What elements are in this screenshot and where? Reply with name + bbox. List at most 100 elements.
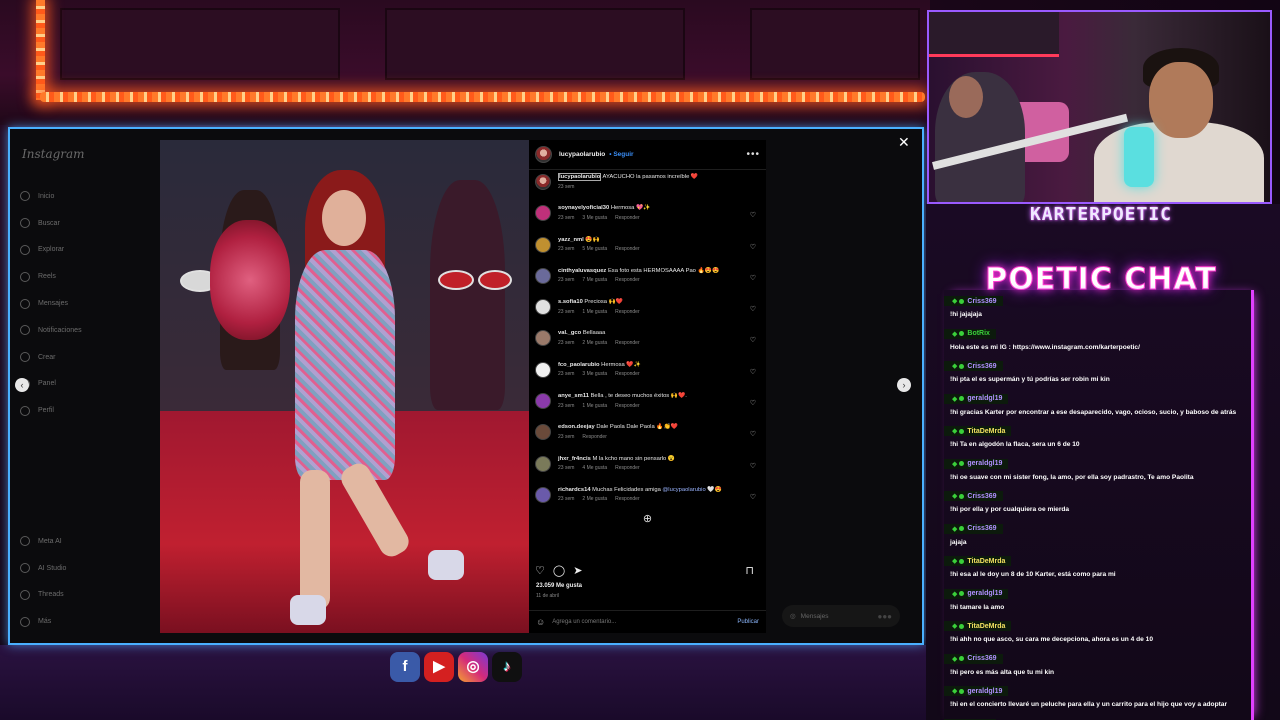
sidebar-item-perfil[interactable]: Perfil xyxy=(20,397,148,424)
instagram-window: Instagram Inicio Buscar Explorar Reels Mensa… xyxy=(8,127,924,645)
comment-like-icon[interactable]: ♡ xyxy=(750,399,756,407)
sidebar-item-ai-studio[interactable]: AI Studio xyxy=(20,555,66,582)
comment-likes[interactable]: 3 Me gusta xyxy=(582,371,607,377)
comment-username[interactable]: fco_paolarubio xyxy=(558,362,600,368)
chat-username[interactable]: Criss369 xyxy=(967,298,996,305)
reply-button[interactable]: Responder xyxy=(615,246,639,252)
comment-username[interactable]: soynayelyoficial30 xyxy=(558,205,609,211)
reply-button[interactable]: Responder xyxy=(615,309,639,315)
comment-username[interactable]: yazz_nml xyxy=(558,237,584,243)
reply-button[interactable]: Responder xyxy=(615,496,639,502)
avatar[interactable] xyxy=(535,486,551,503)
sidebar-item-meta-ai[interactable]: Meta AI xyxy=(20,528,66,555)
reply-button[interactable]: Responder xyxy=(615,371,639,377)
comment-like-icon[interactable]: ♡ xyxy=(750,305,756,313)
comment-likes[interactable]: 4 Me gusta xyxy=(582,465,607,471)
reply-button[interactable]: Responder xyxy=(582,434,606,440)
comment-icon[interactable]: ◯ xyxy=(553,564,565,577)
comment-like-icon[interactable]: ♡ xyxy=(750,243,756,251)
chat-username[interactable]: geraldgl19 xyxy=(967,590,1002,597)
post-image[interactable] xyxy=(160,140,529,633)
previous-arrow-icon[interactable]: ‹ xyxy=(15,378,29,392)
comment-likes[interactable]: 2 Me gusta xyxy=(582,496,607,502)
sidebar-item-notificaciones[interactable]: Notificaciones xyxy=(20,317,148,344)
reply-button[interactable]: Responder xyxy=(615,215,639,221)
avatar[interactable] xyxy=(535,455,551,472)
reply-button[interactable]: Responder xyxy=(615,277,639,283)
close-icon[interactable]: ✕ xyxy=(898,134,910,151)
chat-username[interactable]: Criss369 xyxy=(967,493,996,500)
caption-text: AYACUCHO la pasamos increíble ❤️ xyxy=(601,174,699,180)
comment-like-icon[interactable]: ♡ xyxy=(750,211,756,219)
comment-likes[interactable]: 7 Me gusta xyxy=(582,277,607,283)
comment-like-icon[interactable]: ♡ xyxy=(750,493,756,501)
avatar[interactable] xyxy=(535,361,551,378)
bookmark-icon[interactable]: ⊓ xyxy=(745,564,754,577)
comment-username[interactable]: val._gco xyxy=(558,330,581,336)
reply-button[interactable]: Responder xyxy=(615,403,639,409)
sidebar-item-explorar[interactable]: Explorar xyxy=(20,237,148,264)
sidebar-item-buscar[interactable]: Buscar xyxy=(20,210,148,237)
sidebar-item-reels[interactable]: Reels xyxy=(20,263,148,290)
avatar[interactable] xyxy=(535,236,551,253)
next-arrow-icon[interactable]: › xyxy=(897,378,911,392)
comment-like-icon[interactable]: ♡ xyxy=(750,274,756,282)
comment-username[interactable]: s.sofia10 xyxy=(558,299,583,305)
avatar[interactable] xyxy=(535,330,551,347)
verified-icon xyxy=(959,428,965,434)
comment-likes[interactable]: 1 Me gusta xyxy=(582,403,607,409)
more-options-icon[interactable]: ••• xyxy=(746,149,760,160)
publish-button[interactable]: Publicar xyxy=(737,619,759,625)
comment-likes[interactable]: 5 Me gusta xyxy=(582,246,607,252)
emoji-icon[interactable]: ☺ xyxy=(536,617,545,627)
comment-like-icon[interactable]: ♡ xyxy=(750,336,756,344)
comment-likes[interactable]: 1 Me gusta xyxy=(582,309,607,315)
reply-button[interactable]: Responder xyxy=(615,465,639,471)
avatar[interactable] xyxy=(535,205,551,222)
avatar[interactable] xyxy=(535,393,551,410)
chat-username[interactable]: Criss369 xyxy=(967,525,996,532)
sidebar-item-más[interactable]: Más xyxy=(20,608,66,635)
post-username[interactable]: lucypaolarubio xyxy=(559,151,605,158)
likes-count[interactable]: 23.059 Me gusta xyxy=(536,583,582,589)
sidebar-item-mensajes[interactable]: Mensajes xyxy=(20,290,148,317)
comment-likes[interactable]: 2 Me gusta xyxy=(582,340,607,346)
avatar[interactable] xyxy=(535,146,552,163)
avatar[interactable] xyxy=(535,299,551,316)
sidebar-item-inicio[interactable]: Inicio xyxy=(20,183,148,210)
chat-username[interactable]: TitaDeMrda xyxy=(967,623,1005,630)
comment-input[interactable]: Agrega un comentario... xyxy=(552,619,616,625)
avatar[interactable] xyxy=(535,174,551,190)
reply-button[interactable]: Responder xyxy=(615,340,639,346)
comment-like-icon[interactable]: ♡ xyxy=(750,430,756,438)
comment-username[interactable]: cinthyaluvasquez xyxy=(558,268,606,274)
messages-pill[interactable]: ◎ Mensajes ●●● xyxy=(782,605,900,627)
chat-username[interactable]: BotRix xyxy=(967,330,990,337)
chat-username[interactable]: geraldgl19 xyxy=(967,460,1002,467)
comment-time: 23 sem xyxy=(558,308,575,315)
avatar[interactable] xyxy=(535,267,551,284)
caption-username[interactable]: lucypaolarubio xyxy=(558,173,602,181)
comment-username[interactable]: richardcs14 xyxy=(558,487,591,493)
sidebar-item-crear[interactable]: Crear xyxy=(20,344,148,371)
avatar[interactable] xyxy=(535,424,551,441)
comment-username[interactable]: jhxr_fr4ncis xyxy=(558,456,591,462)
instagram-logo[interactable]: Instagram xyxy=(20,147,148,161)
chat-username[interactable]: Criss369 xyxy=(967,655,996,662)
chat-username[interactable]: geraldgl19 xyxy=(967,395,1002,402)
share-icon[interactable]: ➤ xyxy=(573,564,582,577)
comment-like-icon[interactable]: ♡ xyxy=(750,462,756,470)
comment-like-icon[interactable]: ♡ xyxy=(750,368,756,376)
comment-username[interactable]: anye_sm11 xyxy=(558,393,589,399)
comment-username[interactable]: edson.deejay xyxy=(558,424,595,430)
comment-likes[interactable]: 3 Me gusta xyxy=(582,215,607,221)
chat-username[interactable]: Criss369 xyxy=(967,363,996,370)
comment-mention[interactable]: @lucypaolarubio xyxy=(662,487,705,493)
sidebar-item-threads[interactable]: Threads xyxy=(20,582,66,609)
follow-button[interactable]: • Seguir xyxy=(609,151,633,158)
like-icon[interactable]: ♡ xyxy=(535,564,545,577)
chat-username[interactable]: TitaDeMrda xyxy=(967,558,1005,565)
sidebar-item-panel[interactable]: Panel xyxy=(20,371,148,398)
chat-username[interactable]: TitaDeMrda xyxy=(967,428,1005,435)
chat-username[interactable]: geraldgl19 xyxy=(967,688,1002,695)
